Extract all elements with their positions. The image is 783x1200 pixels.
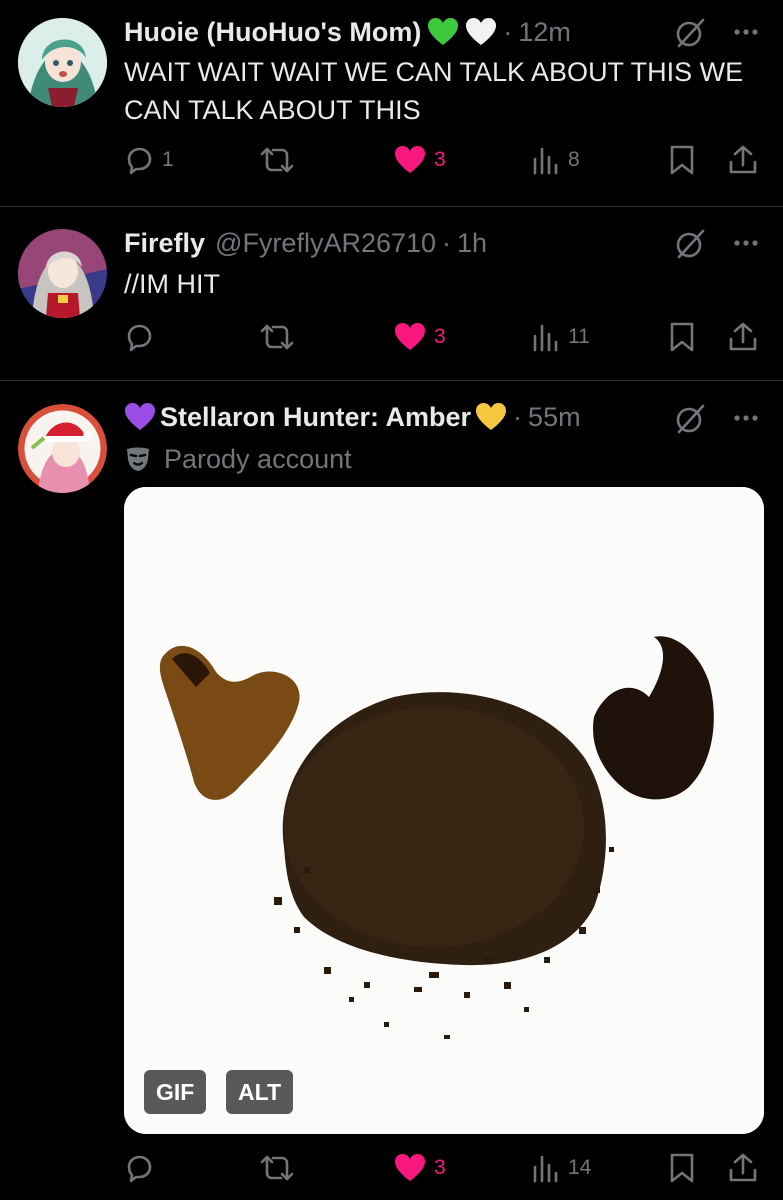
- repost-icon: [260, 1155, 294, 1181]
- heart-filled-icon: [395, 1154, 425, 1181]
- yellow-heart-emoji-icon: [476, 403, 507, 430]
- like-count: 3: [434, 1156, 446, 1179]
- views-icon: [533, 1155, 558, 1183]
- reply-button[interactable]: [124, 1148, 154, 1188]
- more-options-icon[interactable]: [731, 403, 761, 433]
- gif-image: [124, 487, 764, 1134]
- display-name[interactable]: Stellaron Hunter: Amber: [160, 402, 471, 433]
- gif-media[interactable]: GIF ALT: [124, 487, 764, 1134]
- grok-icon[interactable]: [673, 402, 707, 436]
- post-header: Stellaron Hunter: Amber · 55m: [124, 397, 753, 437]
- separator-dot: ·: [513, 401, 523, 432]
- post-time[interactable]: 55m: [528, 402, 581, 433]
- share-button[interactable]: [728, 1148, 758, 1188]
- action-bar: 3 14: [124, 1148, 764, 1188]
- bookmark-button[interactable]: [668, 1148, 696, 1188]
- post-3[interactable]: Stellaron Hunter: Amber · 55m Parody acc…: [0, 0, 783, 1200]
- alt-text-button[interactable]: ALT: [226, 1070, 294, 1114]
- repost-button[interactable]: [259, 1148, 295, 1188]
- like-button[interactable]: 3: [394, 1148, 446, 1188]
- mask-icon: [127, 447, 149, 471]
- avatar-amber[interactable]: [18, 404, 107, 493]
- bookmark-icon: [670, 1153, 694, 1183]
- parody-label: Parody account: [124, 441, 352, 477]
- views-button[interactable]: 14: [532, 1148, 591, 1188]
- share-icon: [729, 1153, 757, 1182]
- parody-account-label: Parody account: [164, 443, 352, 474]
- gif-badge: GIF: [144, 1070, 207, 1114]
- reply-icon: [127, 1155, 152, 1183]
- view-count: 14: [568, 1156, 592, 1179]
- purple-heart-emoji-icon: [125, 403, 155, 430]
